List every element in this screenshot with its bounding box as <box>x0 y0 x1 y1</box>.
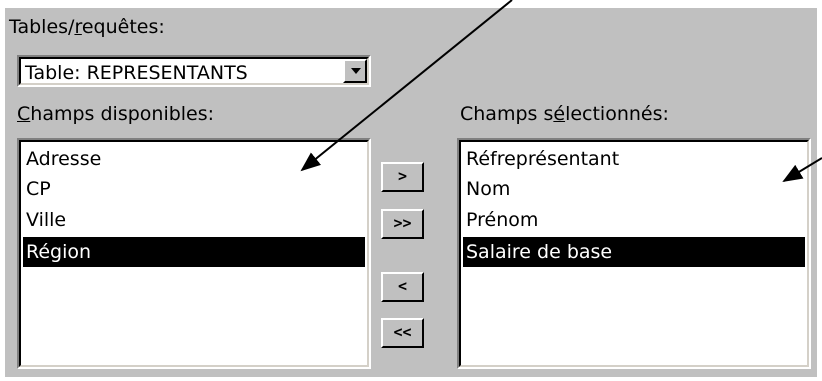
annotation-arrows <box>300 0 822 183</box>
annotation-arrow-right <box>782 157 822 183</box>
annotation-arrow-left <box>300 0 513 172</box>
